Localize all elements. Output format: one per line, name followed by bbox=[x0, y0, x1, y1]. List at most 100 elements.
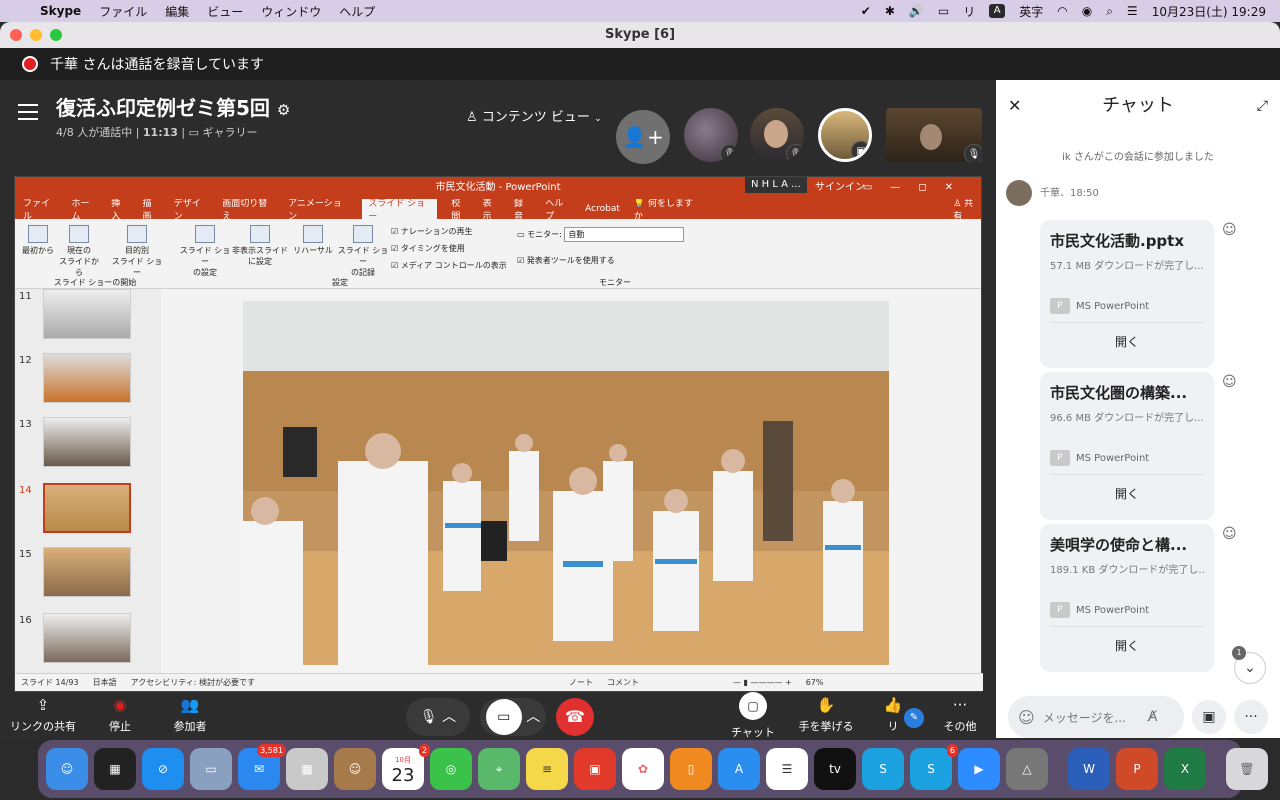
mission-control-icon[interactable]: ▦ bbox=[94, 748, 136, 790]
books-icon[interactable]: ▯ bbox=[670, 748, 712, 790]
prism-icon[interactable]: △ bbox=[1006, 748, 1048, 790]
meeting-title[interactable]: 復活ふ印定例ゼミ第5回 ⚙ bbox=[56, 92, 290, 121]
excel-icon[interactable]: X bbox=[1164, 748, 1206, 790]
menubar-clock[interactable]: 10月23日(土) 19:29 bbox=[1152, 3, 1266, 20]
emoji-react-icon[interactable]: ☺ bbox=[1222, 526, 1237, 542]
menu-icon[interactable] bbox=[18, 104, 38, 120]
file-name[interactable]: 市民文化活動.pptx bbox=[1050, 230, 1204, 251]
preview-icon[interactable]: ▭ bbox=[190, 748, 232, 790]
expand-icon[interactable]: ⤢ bbox=[1257, 80, 1268, 132]
close-window-button[interactable] bbox=[10, 29, 22, 41]
participant-avatar[interactable]: 🎙 bbox=[684, 108, 738, 162]
word-icon[interactable]: W bbox=[1068, 748, 1110, 790]
slide-thumbnail[interactable] bbox=[43, 547, 131, 597]
mail-icon[interactable]: ✉ 3,581 bbox=[238, 744, 286, 790]
stop-recording-button[interactable]: ◉ 停止 bbox=[100, 696, 140, 734]
app-store-icon[interactable]: A bbox=[718, 748, 760, 790]
powerpoint-dock-icon[interactable]: P bbox=[1116, 748, 1158, 790]
open-button[interactable]: 開く bbox=[1050, 485, 1204, 502]
setup-button[interactable]: スライド ショー の設定 bbox=[177, 225, 233, 278]
language-status[interactable]: 日本語 bbox=[93, 677, 117, 688]
attach-media-button[interactable]: ▣ bbox=[1192, 700, 1226, 734]
video-button[interactable]: ▭ ︿ bbox=[480, 698, 546, 736]
message-input[interactable]: メッセージを... bbox=[1043, 709, 1126, 726]
hide-slide-button[interactable]: 非表示スライド に設定 bbox=[231, 225, 289, 267]
wifi-icon[interactable]: ◠ bbox=[1057, 4, 1067, 18]
skype-alt-icon[interactable]: S6 bbox=[910, 744, 958, 790]
notes-icon[interactable]: ≡ bbox=[526, 748, 568, 790]
emoji-react-icon[interactable]: ☺ bbox=[1222, 374, 1237, 390]
zoom-icon[interactable]: ▶ bbox=[958, 748, 1000, 790]
checkmark-icon[interactable]: ✔ bbox=[861, 4, 871, 18]
volume-icon[interactable]: 🔊 bbox=[909, 4, 924, 18]
media-controls-checkbox[interactable]: ☑ メディア コントロールの表示 bbox=[391, 257, 507, 274]
search-icon[interactable]: ⌕ bbox=[1106, 4, 1113, 19]
notes-button[interactable]: ノート bbox=[569, 677, 593, 688]
add-participant-button[interactable]: 👤+ bbox=[616, 110, 670, 164]
file-card[interactable]: 市民文化活動.pptx 57.1 MB ダウンロードが完了し... P MS Po… bbox=[1040, 220, 1214, 368]
more-options-button[interactable]: ··· bbox=[1234, 700, 1268, 734]
file-card[interactable]: 美唄学の使命と構... 189.1 KB ダウンロードが完了し... P MS P… bbox=[1040, 524, 1214, 672]
tab-acrobat[interactable]: Acrobat bbox=[585, 204, 620, 214]
custom-show-button[interactable]: 目的別 スライド ショー bbox=[109, 225, 165, 278]
menu-window[interactable]: ウィンドウ bbox=[261, 3, 321, 20]
pen-icon[interactable]: ✎ bbox=[904, 708, 924, 728]
file-name[interactable]: 美唄学の使命と構... bbox=[1050, 534, 1204, 555]
zoom-level[interactable]: 67% bbox=[806, 678, 824, 687]
skype-icon[interactable]: S bbox=[862, 748, 904, 790]
from-start-button[interactable]: 最初から bbox=[21, 225, 55, 256]
photos-icon[interactable]: ✿ bbox=[622, 748, 664, 790]
presenter-view-checkbox[interactable]: ☑ 発表者ツールを使用する bbox=[517, 255, 615, 266]
calendar-icon[interactable]: 10月 23 2 bbox=[382, 744, 430, 790]
slide-thumbnail[interactable] bbox=[43, 417, 131, 467]
lang-char[interactable]: リ bbox=[963, 3, 975, 20]
input-method-label[interactable]: 英字 bbox=[1019, 3, 1043, 20]
record-show-button[interactable]: スライド ショー の記録 bbox=[335, 225, 391, 278]
open-button[interactable]: 開く bbox=[1050, 333, 1204, 350]
slide-thumbnail[interactable] bbox=[43, 613, 131, 663]
signin-link[interactable]: サインイン bbox=[815, 177, 865, 199]
bluetooth-icon[interactable]: ✱ bbox=[885, 4, 895, 18]
chat-button[interactable]: ▢ チャット bbox=[730, 692, 776, 738]
file-card[interactable]: 市民文化圏の構築... 96.6 MB ダウンロードが完了し... P MS Po… bbox=[1040, 372, 1214, 520]
minimize-window-button[interactable] bbox=[30, 29, 42, 41]
trash-icon[interactable]: 🗑 bbox=[1226, 748, 1268, 790]
menu-view[interactable]: ビュー bbox=[207, 3, 243, 20]
close-icon[interactable]: ✕ bbox=[1008, 80, 1021, 132]
accessibility-status[interactable]: アクセシビリティ: 検討が必要です bbox=[131, 677, 255, 688]
monitor-dropdown[interactable]: 自動 bbox=[564, 227, 685, 242]
menubar-app-name[interactable]: Skype bbox=[40, 4, 81, 18]
finder-icon[interactable]: ☺ bbox=[46, 748, 88, 790]
input-method-icon[interactable]: A bbox=[989, 4, 1006, 18]
contacts-icon[interactable]: ☺ bbox=[334, 748, 376, 790]
gallery-icon[interactable]: ▭ bbox=[189, 126, 199, 139]
comments-button[interactable]: コメント bbox=[607, 677, 639, 688]
messages-icon[interactable]: ◎ bbox=[430, 748, 472, 790]
participant-avatar[interactable]: 🎙 bbox=[750, 108, 804, 162]
open-button[interactable]: 開く bbox=[1050, 637, 1204, 654]
mute-button[interactable]: 🎙 ︿ bbox=[406, 698, 470, 736]
raise-hand-button[interactable]: ✋ 手を挙げる bbox=[796, 696, 856, 734]
layout-label[interactable]: ギャラリー bbox=[203, 126, 258, 139]
photo-booth-icon[interactable]: ▣ bbox=[574, 748, 616, 790]
reminders-icon[interactable]: ☰ bbox=[766, 748, 808, 790]
file-name[interactable]: 市民文化圏の構築... bbox=[1050, 382, 1204, 403]
menu-edit[interactable]: 編集 bbox=[165, 3, 189, 20]
slide-thumbnail[interactable] bbox=[43, 353, 131, 403]
from-current-button[interactable]: 現在の スライドから bbox=[59, 225, 99, 278]
battery-icon[interactable]: ▭ bbox=[938, 4, 949, 18]
avatar[interactable] bbox=[1006, 180, 1032, 206]
rehearse-button[interactable]: リハーサル bbox=[293, 225, 333, 256]
menu-file[interactable]: ファイル bbox=[99, 3, 147, 20]
chevron-up-icon[interactable]: ︿ bbox=[442, 709, 456, 725]
participants-button[interactable]: 👥 参加者 bbox=[170, 696, 210, 734]
format-text-icon[interactable]: A̸ bbox=[1148, 709, 1158, 725]
end-call-button[interactable]: ☎ bbox=[556, 698, 594, 736]
window-controls-icon[interactable]: ▭—◻✕ bbox=[863, 177, 971, 199]
zoom-slider[interactable]: — ▮ ———— + bbox=[733, 678, 792, 687]
more-button[interactable]: ··· その他 bbox=[942, 696, 978, 734]
safari-icon[interactable]: ⊘ bbox=[142, 748, 184, 790]
control-center-icon[interactable]: ☰ bbox=[1127, 4, 1138, 18]
message-composer[interactable]: ☺ メッセージを... A̸ bbox=[1008, 696, 1184, 738]
launchpad-icon[interactable]: ▦ bbox=[286, 748, 328, 790]
